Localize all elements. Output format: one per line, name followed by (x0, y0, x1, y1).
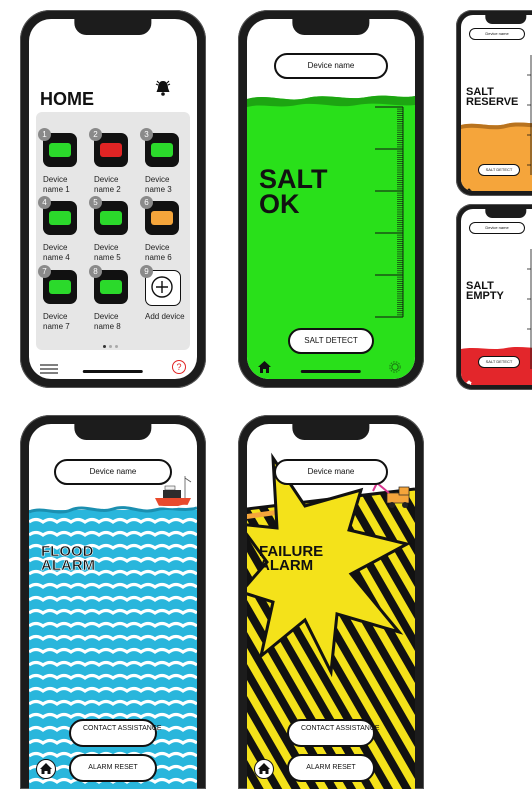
status-text: SALT OK (259, 164, 328, 219)
home-indicator (300, 370, 362, 373)
device-name-field[interactable]: Device name (469, 28, 525, 40)
plus-icon (150, 275, 174, 299)
notch (485, 209, 527, 218)
status-indicator (49, 211, 71, 225)
notch (74, 424, 152, 440)
status-indicator (151, 211, 173, 225)
alarm-reset-button[interactable]: ALARM RESET (287, 754, 375, 782)
device-label: Device name 1 (43, 175, 70, 194)
device-name-field[interactable]: Device name (274, 53, 388, 79)
phone-salt-reserve: Device name SALT RESERVE SALT DETECT (456, 10, 532, 196)
page-dots (103, 345, 123, 349)
salt-detect-button[interactable]: SALT DETECT (288, 328, 374, 354)
phone-salt-ok: Device name SALT OK SALT DETECT (238, 10, 424, 388)
salt-ok-screen: Device name SALT OK SALT DETECT (247, 19, 415, 379)
home-icon[interactable] (466, 373, 472, 385)
level-scale (375, 106, 404, 318)
phone-flood-alarm: Device name FLOOD ALARM CONTACT ASSISTAN… (20, 415, 206, 789)
device-number: 3 (140, 128, 153, 141)
failure-alarm-screen: Device mane FAILURE ALARM CONTACT ASSIST… (247, 424, 415, 789)
home-icon[interactable] (466, 181, 472, 191)
device-label: Device name 6 (145, 243, 172, 262)
status-indicator (100, 143, 122, 157)
device-number: 2 (89, 128, 102, 141)
device-grid: 1 Device name 1 2 Device name 2 3 Device name… (36, 112, 190, 350)
device-label: Add device (145, 312, 185, 321)
notch (292, 19, 370, 35)
salt-detect-button[interactable]: SALT DETECT (478, 356, 520, 368)
phone-failure-alarm: Device mane FAILURE ALARM CONTACT ASSIST… (238, 415, 424, 789)
status-indicator (100, 280, 122, 294)
status-text: SALT EMPTY (466, 280, 504, 303)
device-number: 7 (38, 265, 51, 278)
status-indicator (49, 280, 71, 294)
home-icon[interactable] (254, 759, 274, 779)
salt-empty-screen: Device name SALT EMPTY SALT DETECT (461, 209, 532, 385)
device-label: Device name 7 (43, 312, 70, 331)
page-title: HOME (40, 89, 94, 109)
notch (485, 15, 527, 24)
device-number: 6 (140, 196, 153, 209)
device-label: Device name 3 (145, 175, 172, 194)
device-label: Device name 4 (43, 243, 70, 262)
device-number: 5 (89, 196, 102, 209)
status-indicator (151, 143, 173, 157)
home-icon[interactable] (258, 360, 271, 373)
device-name-field[interactable]: Device name (469, 222, 525, 234)
contact-assistance-label: CONTACT ASSISTANCE (83, 725, 162, 732)
tow-truck-icon (369, 481, 415, 511)
notch (74, 19, 152, 35)
device-label: Device name 5 (94, 243, 121, 262)
alarm-reset-button[interactable]: ALARM RESET (69, 754, 157, 782)
contact-assistance-label: CONTACT ASSISTANCE (301, 725, 380, 732)
salt-reserve-screen: Device name SALT RESERVE SALT DETECT (461, 15, 532, 191)
help-icon[interactable]: ? (172, 360, 186, 374)
home-screen: HOME 1 Device name 1 2 Device name 2 3 Device… (29, 19, 197, 379)
device-number: 9 (140, 265, 153, 278)
device-number: 8 (89, 265, 102, 278)
menu-icon[interactable] (40, 361, 58, 374)
device-label: Device name 2 (94, 175, 121, 194)
phone-home: HOME 1 Device name 1 2 Device name 2 3 Device… (20, 10, 206, 388)
bell-icon[interactable] (155, 79, 171, 97)
gear-icon[interactable] (389, 360, 401, 373)
status-text: FAILURE ALARM (259, 543, 324, 574)
status-indicator (100, 211, 122, 225)
status-text: FLOOD ALARM (41, 543, 96, 574)
home-indicator (82, 370, 144, 373)
contact-assistance-button[interactable]: CONTACT ASSISTANCE (287, 719, 380, 747)
status-text: SALT RESERVE (466, 86, 519, 109)
contact-assistance-button[interactable]: CONTACT ASSISTANCE (69, 719, 162, 747)
salt-detect-button[interactable]: SALT DETECT (478, 164, 520, 176)
device-label: Device name 8 (94, 312, 121, 331)
device-name-field[interactable]: Device name (54, 459, 172, 485)
flood-alarm-screen: Device name FLOOD ALARM CONTACT ASSISTAN… (29, 424, 197, 789)
notch (292, 424, 370, 440)
help-glyph: ? (176, 362, 182, 372)
device-number: 4 (38, 196, 51, 209)
device-number: 1 (38, 128, 51, 141)
phone-salt-empty: Device name SALT EMPTY SALT DETECT (456, 204, 532, 390)
home-icon[interactable] (36, 759, 56, 779)
device-name-field[interactable]: Device mane (274, 459, 388, 485)
status-indicator (49, 143, 71, 157)
